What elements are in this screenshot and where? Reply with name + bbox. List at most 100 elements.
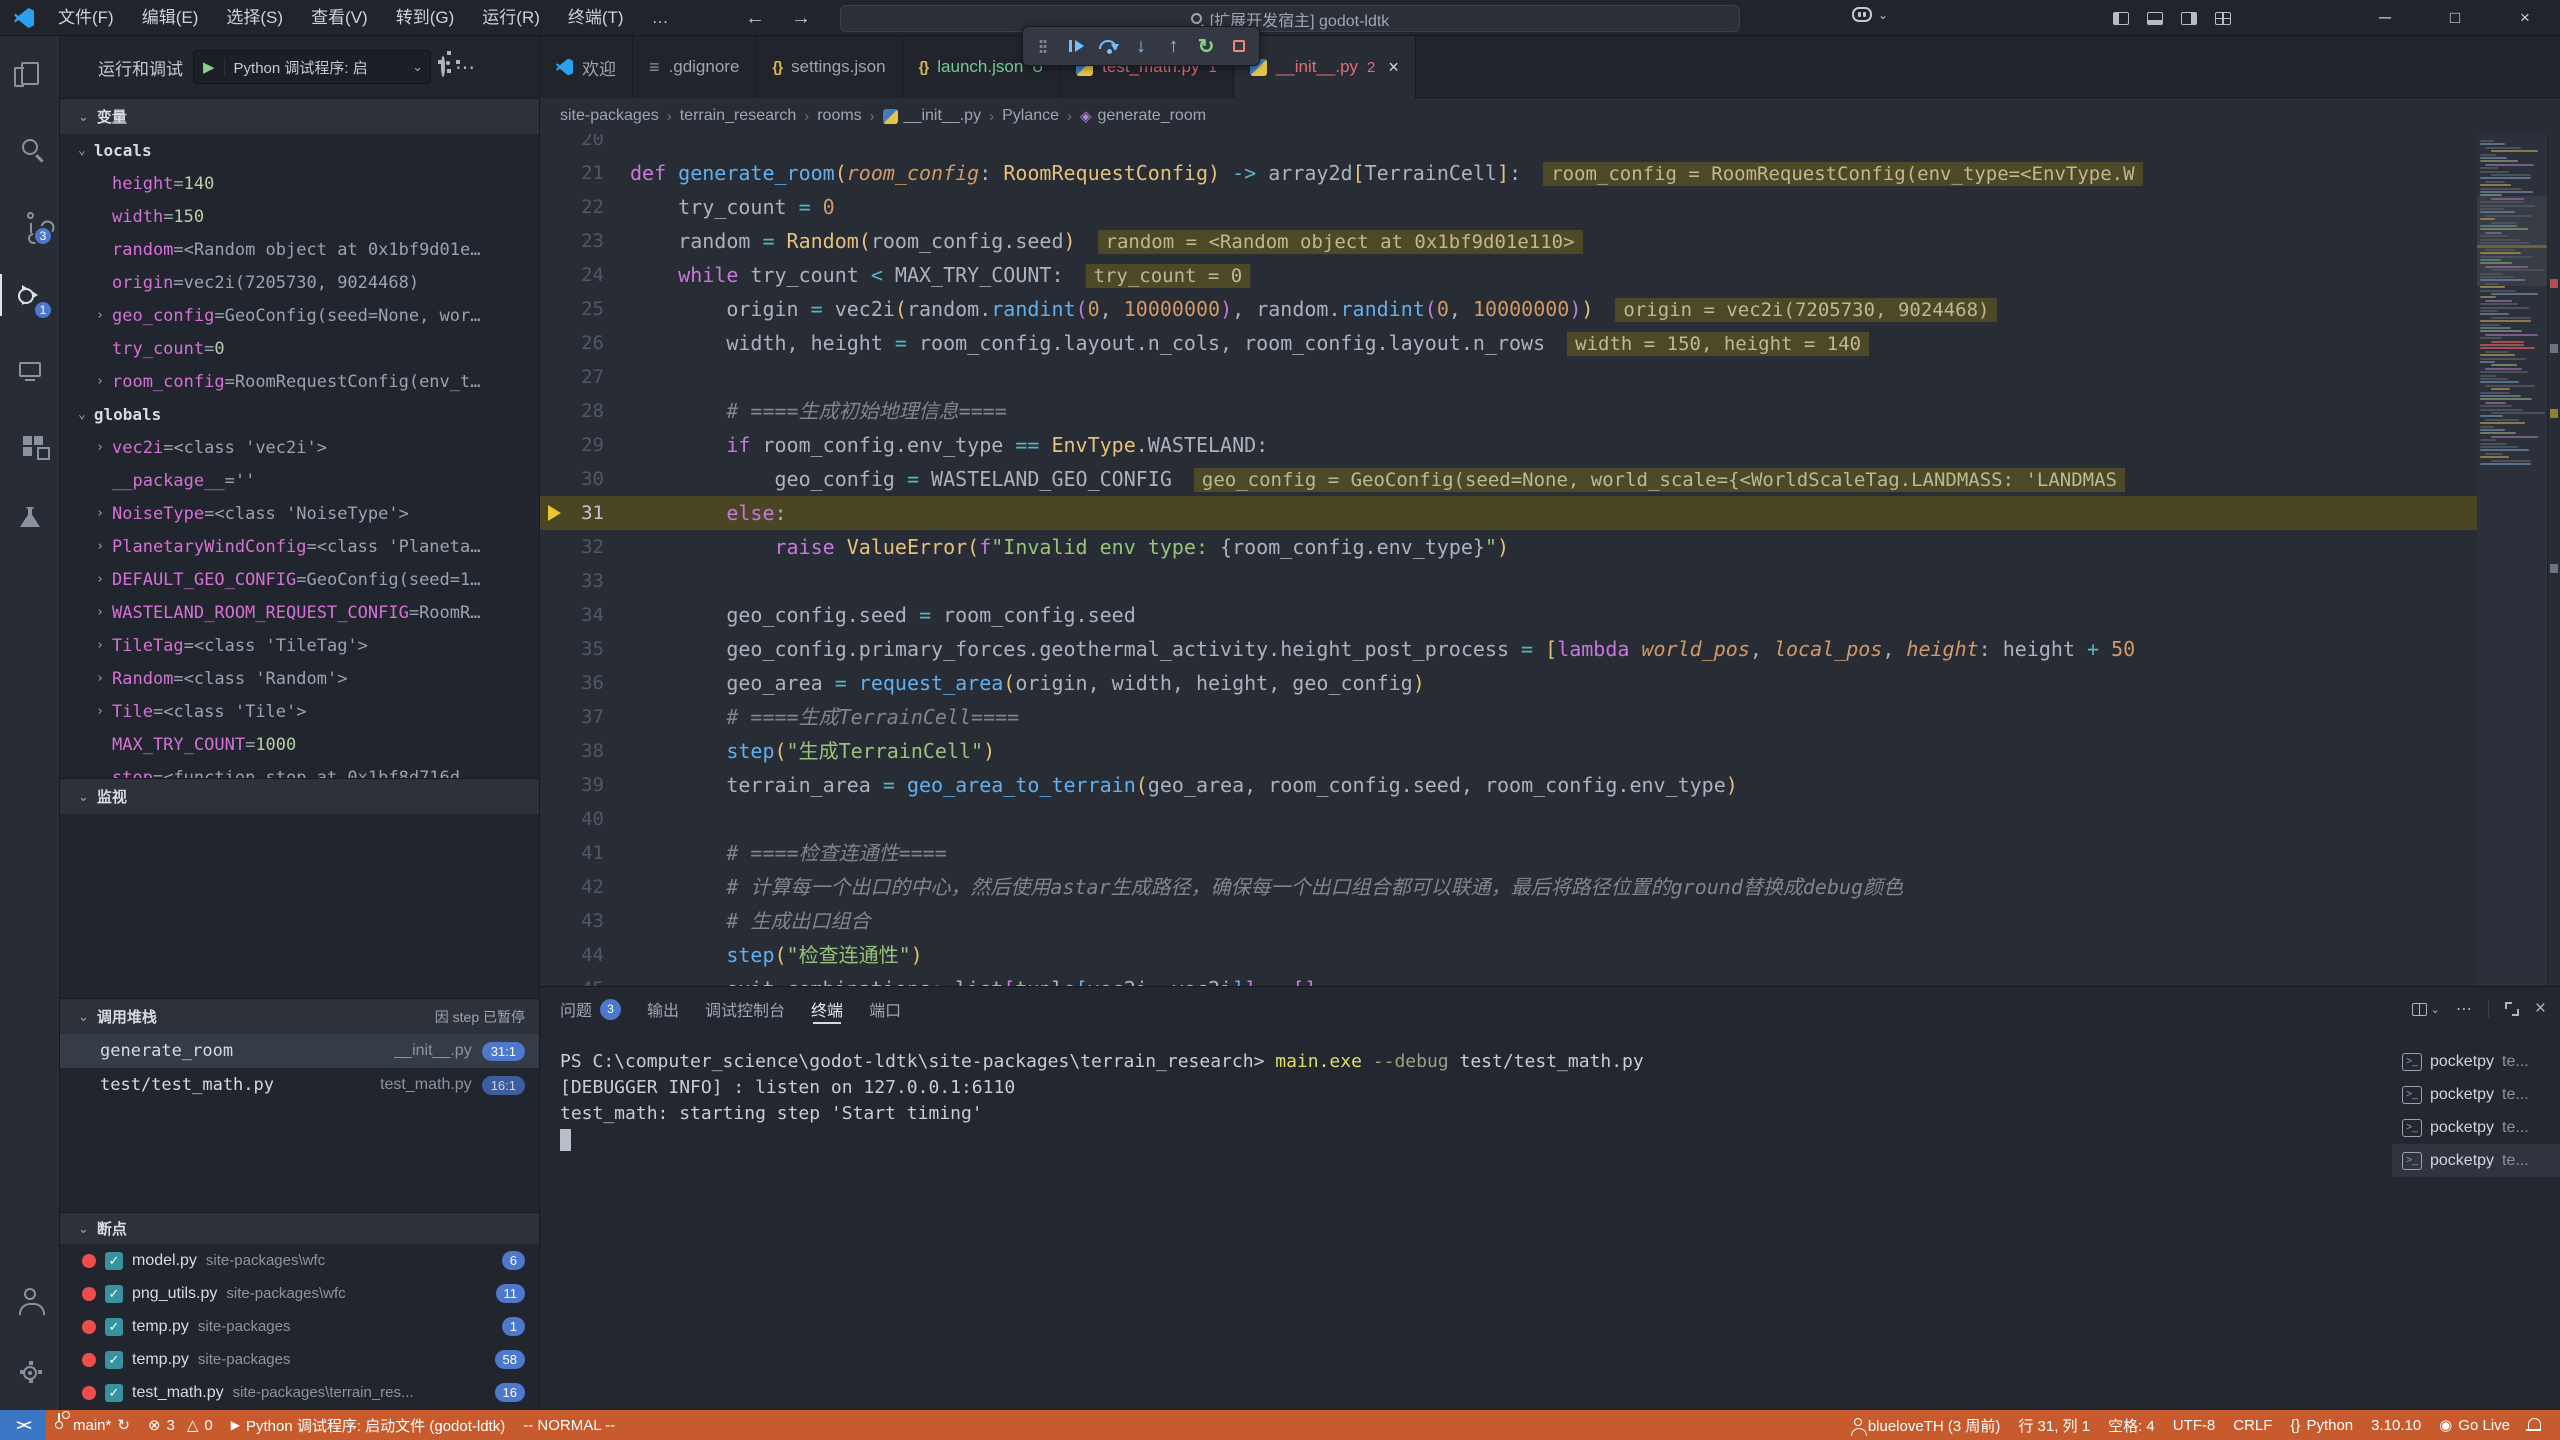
window-close-button[interactable]: ×	[2490, 0, 2560, 36]
encoding-status[interactable]: UTF-8	[2164, 1410, 2225, 1440]
variable-row[interactable]: ›PlanetaryWindConfig = <class 'Planeta…	[60, 530, 539, 563]
panel-tab-输出[interactable]: 输出	[647, 987, 679, 1031]
terminal-list-item[interactable]: >_pocketpyte...	[2392, 1144, 2560, 1177]
code-line[interactable]: geo_config.primary_forces.geothermal_act…	[630, 632, 2477, 666]
breakpoint-row[interactable]: ✓temp.pysite-packages58	[60, 1343, 539, 1376]
code-line[interactable]: while try_count < MAX_TRY_COUNT:try_coun…	[630, 258, 2477, 292]
menu-item[interactable]: 转到(G)	[382, 0, 469, 36]
eol-status[interactable]: CRLF	[2224, 1410, 2281, 1440]
settings-gear-icon[interactable]	[0, 1336, 60, 1410]
menu-item[interactable]: 文件(F)	[44, 0, 128, 36]
code-line[interactable]	[630, 802, 2477, 836]
toggle-sidebar-icon[interactable]	[2104, 0, 2138, 36]
split-terminal-icon[interactable]: ⌄	[2412, 1003, 2440, 1016]
variable-row[interactable]: ›Random = <class 'Random'>	[60, 662, 539, 695]
debug-step-out-icon[interactable]: ↑	[1159, 31, 1188, 61]
problems-status[interactable]: ⊗3 △0	[139, 1410, 222, 1440]
more-actions-icon[interactable]: ⋯	[455, 55, 477, 80]
call-stack-frame[interactable]: test/test_math.pytest_math.py16:1	[60, 1068, 539, 1102]
toggle-panel-icon[interactable]	[2138, 0, 2172, 36]
account-icon[interactable]	[0, 1262, 60, 1336]
vim-mode-status[interactable]: -- NORMAL --	[514, 1410, 624, 1440]
terminal-list-item[interactable]: >_pocketpyte...	[2392, 1045, 2560, 1078]
code-line[interactable]: exit_combinations: list[tuple[vec2i, vec…	[630, 972, 2477, 986]
tab-__init__.py[interactable]: __init__.py2×	[1234, 36, 1416, 98]
code-line[interactable]: origin = vec2i(random.randint(0, 1000000…	[630, 292, 2477, 326]
panel-maximize-icon[interactable]	[2505, 1002, 2519, 1016]
variable-row[interactable]: origin = vec2i(7205730, 9024468)	[60, 266, 539, 299]
breakpoint-checkbox[interactable]: ✓	[105, 1252, 123, 1270]
debug-continue-icon[interactable]	[1062, 31, 1091, 61]
call-stack-section-header[interactable]: ⌄调用堆栈 因 step 已暂停	[60, 998, 539, 1034]
watch-section-header[interactable]: ⌄监视	[60, 778, 539, 814]
cursor-position-status[interactable]: 行 31, 列 1	[2009, 1410, 2099, 1440]
variable-row[interactable]: ›room_config = RoomRequestConfig(env_t…	[60, 365, 539, 398]
nav-forward-icon[interactable]: →	[791, 7, 811, 30]
remote-indicator[interactable]: ><	[0, 1410, 46, 1440]
tab-欢迎[interactable]: 欢迎	[540, 36, 633, 98]
menu-item[interactable]: 终端(T)	[554, 0, 638, 36]
branch-status[interactable]: main* ↻	[46, 1410, 139, 1440]
terminal[interactable]: PS C:\computer_science\godot-ldtk\site-p…	[560, 1031, 2385, 1410]
breadcrumb-item[interactable]: terrain_research	[680, 107, 797, 125]
menu-item[interactable]: 运行(R)	[468, 0, 554, 36]
variables-section-header[interactable]: ⌄变量	[60, 98, 539, 134]
breadcrumb[interactable]: site-packages›terrain_research›rooms› __…	[540, 98, 2560, 134]
debug-drag-grip[interactable]	[1029, 31, 1058, 61]
debug-stop-icon[interactable]	[1224, 31, 1253, 61]
activity-remote-explorer-icon[interactable]	[0, 332, 60, 406]
menu-item[interactable]: 编辑(E)	[128, 0, 213, 36]
code-line[interactable]: random = Random(room_config.seed)random …	[630, 224, 2477, 258]
panel-tab-终端[interactable]: 终端	[811, 987, 843, 1031]
activity-extensions-icon[interactable]	[0, 406, 60, 480]
toggle-secondary-sidebar-icon[interactable]	[2172, 0, 2206, 36]
code-line[interactable]: width, height = room_config.layout.n_col…	[630, 326, 2477, 360]
breadcrumb-item[interactable]: __init__.py	[883, 107, 981, 125]
breakpoint-row[interactable]: ✓model.pysite-packages\wfc6	[60, 1244, 539, 1277]
code-editor[interactable]: 2021def generate_room(room_config: RoomR…	[540, 134, 2560, 986]
debug-settings-gear-icon[interactable]	[441, 58, 445, 76]
breakpoint-row[interactable]: ✓temp.pysite-packages1	[60, 1310, 539, 1343]
variable-row[interactable]: ›Tile = <class 'Tile'>	[60, 695, 539, 728]
command-center-search[interactable]: [扩展开发宿主] godot-ldtk	[840, 5, 1740, 32]
variable-row[interactable]: ›TileTag = <class 'TileTag'>	[60, 629, 539, 662]
panel-tab-问题[interactable]: 问题3	[560, 987, 621, 1031]
code-line[interactable]	[630, 360, 2477, 394]
activity-search-icon[interactable]	[0, 110, 60, 184]
tab-close-icon[interactable]: ×	[1388, 57, 1399, 78]
code-line[interactable]: try_count = 0	[630, 190, 2477, 224]
variable-row[interactable]: ›NoiseType = <class 'NoiseType'>	[60, 497, 539, 530]
debug-step-into-icon[interactable]: ↓	[1127, 31, 1156, 61]
language-status[interactable]: {} Python	[2281, 1410, 2362, 1440]
variables-group-locals[interactable]: ⌄locals	[60, 134, 539, 167]
variable-row[interactable]: MAX_TRY_COUNT = 1000	[60, 728, 539, 761]
breadcrumb-item[interactable]: rooms	[817, 107, 861, 125]
variables-group-globals[interactable]: ⌄globals	[60, 398, 539, 431]
breakpoint-checkbox[interactable]: ✓	[105, 1384, 123, 1402]
variable-row[interactable]: height = 140	[60, 167, 539, 200]
code-line[interactable]: step("生成TerrainCell")	[630, 734, 2477, 768]
code-line[interactable]: # ====检查连通性====	[630, 836, 2477, 870]
breadcrumb-item[interactable]: Pylance	[1002, 107, 1059, 125]
breadcrumb-item[interactable]: site-packages	[560, 107, 659, 125]
activity-source-control-icon[interactable]: 3	[0, 184, 60, 258]
variable-row[interactable]: ›vec2i = <class 'vec2i'>	[60, 431, 539, 464]
breakpoint-row[interactable]: ✓png_utils.pysite-packages\wfc11	[60, 1277, 539, 1310]
customize-layout-icon[interactable]	[2206, 0, 2240, 36]
code-line[interactable]	[630, 564, 2477, 598]
code-line[interactable]: # ====生成TerrainCell====	[630, 700, 2477, 734]
activity-testing-icon[interactable]	[0, 480, 60, 554]
debug-step-over-icon[interactable]	[1094, 31, 1123, 61]
variable-row[interactable]: ›WASTELAND_ROOM_REQUEST_CONFIG = RoomR…	[60, 596, 539, 629]
variable-row[interactable]: random = <Random object at 0x1bf9d01e…	[60, 233, 539, 266]
start-debug-icon[interactable]: ▶	[194, 58, 225, 76]
indentation-status[interactable]: 空格: 4	[2099, 1410, 2164, 1440]
breakpoint-checkbox[interactable]: ✓	[105, 1285, 123, 1303]
breakpoint-row[interactable]: ✓test_math.pysite-packages\terrain_res..…	[60, 1376, 539, 1409]
git-blame-status[interactable]: blueloveTH (3 周前)	[1845, 1410, 2010, 1440]
debug-config-status[interactable]: ▶ Python 调试程序: 启动文件 (godot-ldtk)	[222, 1410, 514, 1440]
breakpoint-checkbox[interactable]: ✓	[105, 1351, 123, 1369]
activity-explorer-icon[interactable]	[0, 36, 60, 110]
menu-item[interactable]: …	[638, 0, 683, 36]
debug-restart-icon[interactable]: ↻	[1192, 31, 1221, 61]
